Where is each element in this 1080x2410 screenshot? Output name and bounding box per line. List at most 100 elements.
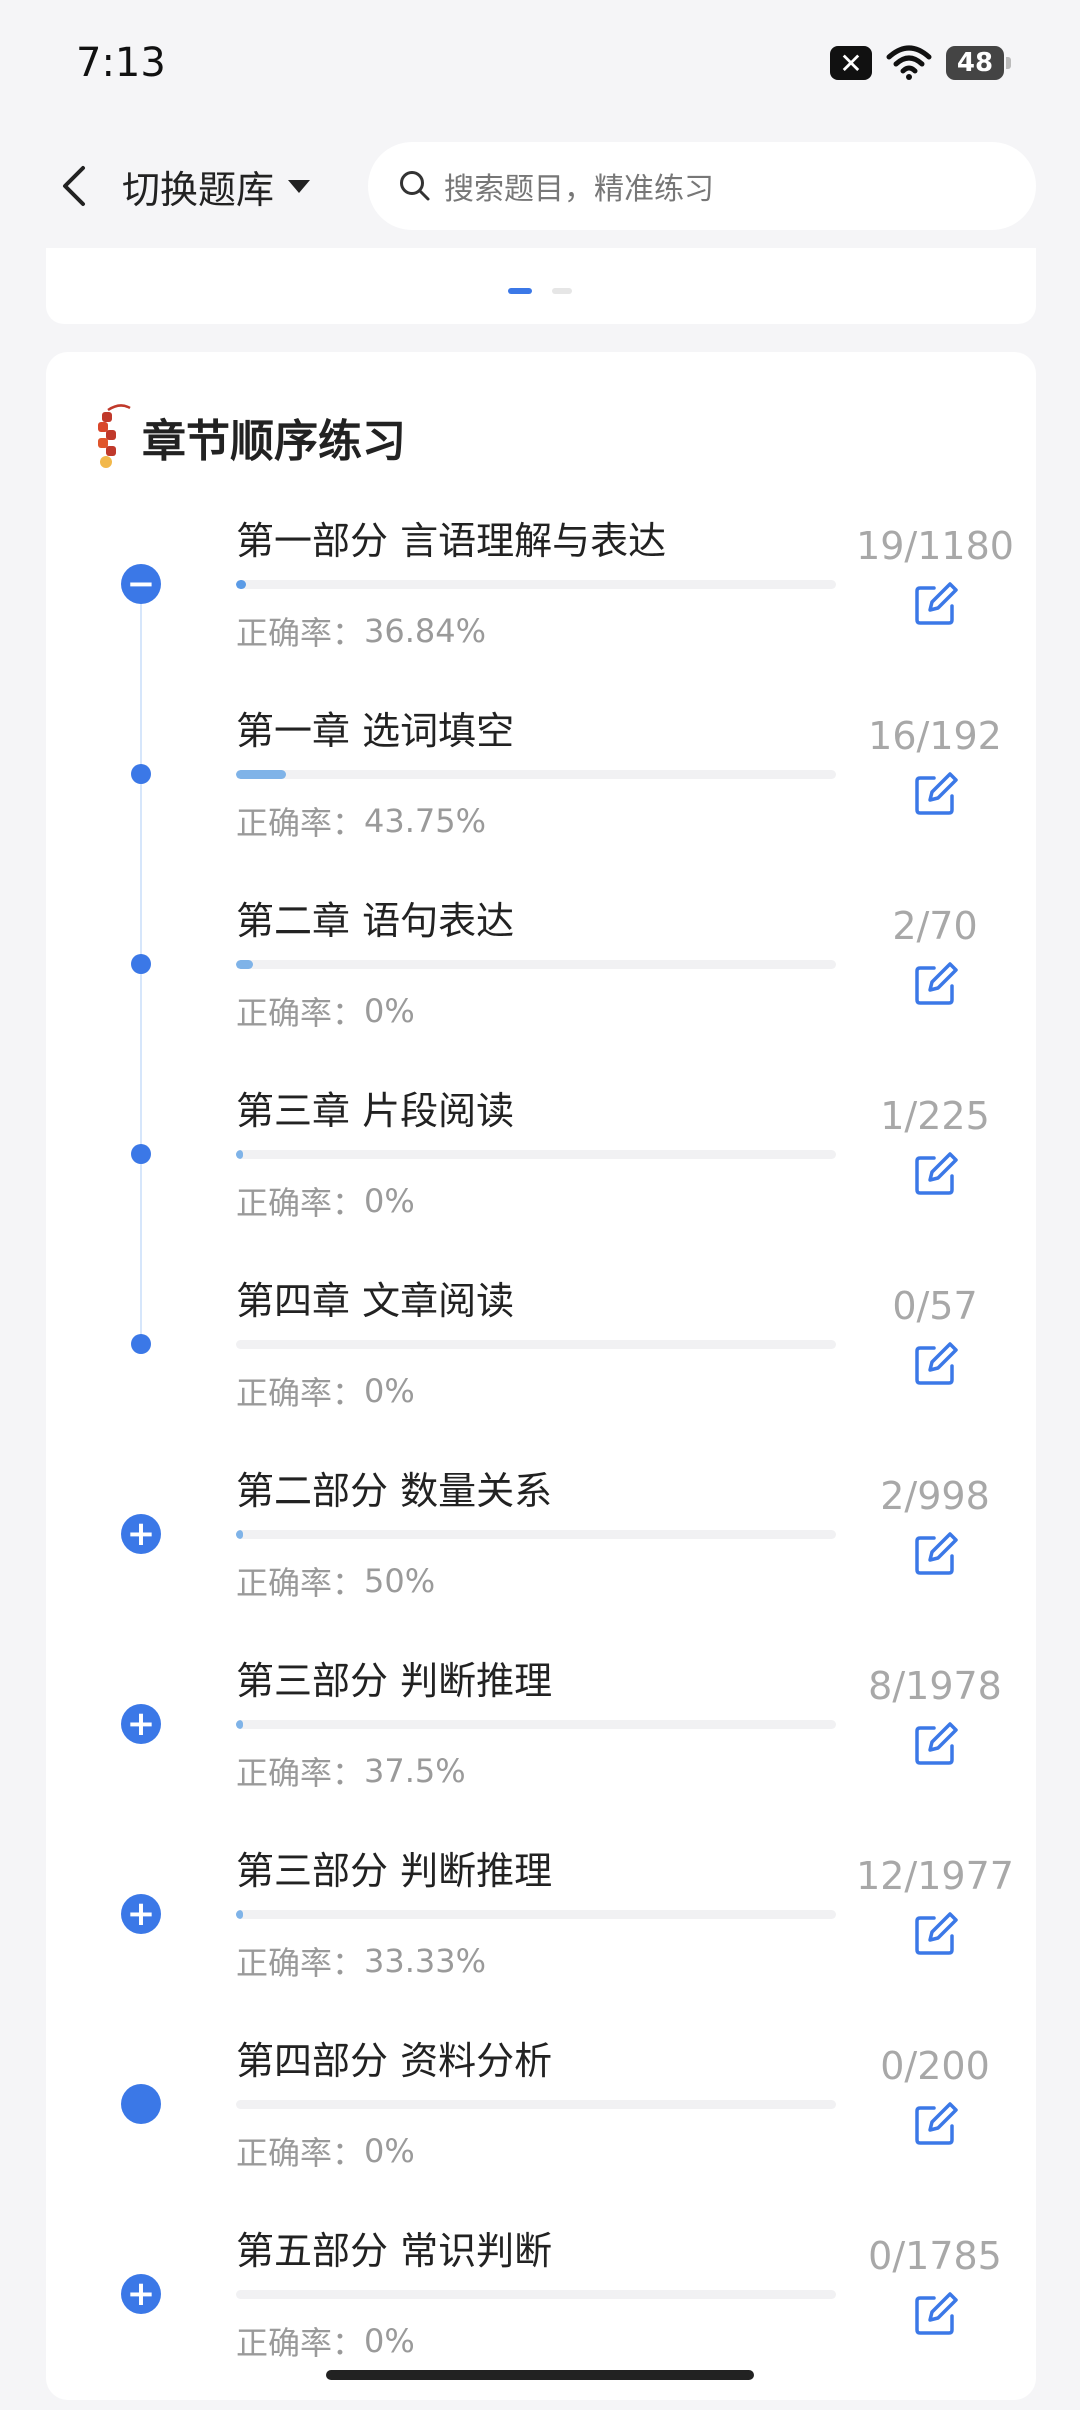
carousel-dot-active[interactable]: [508, 288, 532, 294]
accuracy-label: 正确率：: [236, 994, 365, 1032]
timeline-dot-icon: [131, 1334, 151, 1354]
timeline-dot-icon: [131, 954, 151, 974]
accuracy-value: 0%: [364, 2322, 415, 2360]
question-count: 1/225: [880, 1094, 990, 1138]
status-icons: ✕ 48: [830, 45, 1011, 81]
progress-fill: [236, 1530, 244, 1539]
practice-edit-icon[interactable]: [912, 1150, 960, 1198]
chapter-title: 第四章 文章阅读: [236, 1278, 515, 1323]
timeline-dot-icon: [131, 764, 151, 784]
expand-icon[interactable]: +: [121, 1514, 161, 1554]
question-count: 0/57: [892, 1284, 978, 1328]
chapter-row[interactable]: + 第三部分 判断推理正确率： 37.5% 8/1978: [0, 1650, 1080, 1840]
practice-edit-icon[interactable]: [912, 2100, 960, 2148]
accuracy-value: 50%: [364, 1562, 436, 1600]
search-box[interactable]: 搜索题目，精准练习: [368, 142, 1036, 230]
progress-bar: [236, 1910, 836, 1919]
practice-edit-icon[interactable]: [912, 1530, 960, 1578]
practice-edit-icon[interactable]: [912, 960, 960, 1008]
chapter-title: 第一章 选词填空: [236, 708, 515, 753]
battery-level: 48: [956, 48, 994, 78]
collapse-icon[interactable]: −: [121, 564, 161, 604]
chapter-title: 第三章 片段阅读: [236, 1088, 515, 1133]
no-sim-icon: ✕: [830, 46, 872, 80]
progress-bar: [236, 960, 836, 969]
chapter-title: 第五部分 常识判断: [236, 2228, 553, 2273]
accuracy-value: 36.84%: [364, 612, 487, 650]
question-count: 0/1785: [868, 2234, 1002, 2278]
accuracy-text: 正确率： 0%: [236, 2316, 415, 2366]
question-count: 8/1978: [868, 1664, 1002, 1708]
accuracy-value: 43.75%: [364, 802, 487, 840]
practice-edit-icon[interactable]: [912, 580, 960, 628]
chapter-title: 第三部分 判断推理: [236, 1658, 553, 1703]
node-dot-icon[interactable]: [121, 2084, 161, 2124]
accuracy-text: 正确率： 0%: [236, 2126, 415, 2176]
expand-icon[interactable]: +: [121, 1704, 161, 1744]
status-bar: 7:13 ✕ 48: [0, 0, 1080, 126]
wifi-icon: [886, 45, 932, 80]
chapter-row[interactable]: + 第三部分 判断推理 正确率： 33.33% 12/1977: [0, 1840, 1080, 2030]
accuracy-text: 正确率： 0%: [236, 1176, 415, 1226]
practice-edit-icon[interactable]: [912, 2290, 960, 2338]
practice-edit-icon[interactable]: [912, 1720, 960, 1768]
status-time: 7:13: [76, 40, 166, 86]
accuracy-label: 正确率：: [236, 804, 365, 842]
chapter-row[interactable]: 第二章 语句表达正确率： 0% 2/70: [0, 890, 1080, 1080]
accuracy-text: 正确率： 0%: [236, 1366, 415, 1416]
progress-bar: [236, 2290, 836, 2299]
accuracy-value: 0%: [364, 1372, 415, 1410]
chapter-title: 第二部分 数量关系: [236, 1468, 553, 1513]
progress-bar: [236, 1530, 836, 1539]
home-indicator[interactable]: [326, 2370, 754, 2380]
accuracy-label: 正确率：: [236, 614, 365, 652]
switch-question-bank-label: 切换题库: [122, 167, 275, 212]
section-header: 章节顺序练习: [92, 402, 406, 472]
question-count: 2/70: [892, 904, 978, 948]
progress-fill: [236, 770, 286, 779]
battery-icon: 48: [946, 46, 1011, 80]
practice-edit-icon[interactable]: [912, 1910, 960, 1958]
accuracy-label: 正确率：: [236, 2134, 365, 2172]
progress-bar: [236, 1150, 836, 1159]
expand-icon[interactable]: +: [121, 2274, 161, 2314]
accuracy-value: 0%: [364, 2132, 415, 2170]
accuracy-value: 33.33%: [364, 1942, 487, 1980]
progress-bar: [236, 770, 836, 779]
question-count: 19/1180: [856, 524, 1014, 568]
practice-edit-icon[interactable]: [912, 770, 960, 818]
chapter-row[interactable]: + 第五部分 常识判断正确率： 0% 0/1785: [0, 2220, 1080, 2410]
switch-question-bank-button[interactable]: 切换题库: [122, 156, 312, 216]
progress-bar: [236, 2100, 836, 2109]
chapter-row[interactable]: 第三章 片段阅读正确率： 0% 1/225: [0, 1080, 1080, 1270]
section-title: 章节顺序练习: [142, 416, 406, 467]
expand-icon[interactable]: +: [121, 1894, 161, 1934]
accuracy-text: 正确率： 0%: [236, 986, 415, 1036]
progress-fill: [236, 1720, 244, 1729]
accuracy-text: 正确率： 36.84%: [236, 606, 486, 656]
chapter-row[interactable]: 第一章 选词填空正确率： 43.75% 16/192: [0, 700, 1080, 890]
accuracy-label: 正确率：: [236, 1754, 365, 1792]
accuracy-label: 正确率：: [236, 1564, 365, 1602]
accuracy-value: 37.5%: [364, 1752, 466, 1790]
chapter-row[interactable]: 第四部分 资料分析 正确率： 0% 0/200: [0, 2030, 1080, 2220]
chapter-row[interactable]: 第四章 文章阅读正确率： 0% 0/57: [0, 1270, 1080, 1460]
banner-carousel[interactable]: [46, 248, 1036, 324]
accuracy-text: 正确率： 37.5%: [236, 1746, 466, 1796]
chapter-row[interactable]: − 第一部分 言语理解与表达 正确率： 36.84% 19/1180: [0, 510, 1080, 700]
progress-fill: [236, 960, 254, 969]
chapter-row[interactable]: + 第二部分 数量关系正确率： 50% 2/998: [0, 1460, 1080, 1650]
carousel-dot[interactable]: [552, 288, 572, 294]
progress-bar: [236, 1340, 836, 1349]
search-icon: [400, 171, 430, 201]
question-count: 2/998: [880, 1474, 990, 1518]
accuracy-text: 正确率： 50%: [236, 1556, 435, 1606]
chapter-title: 第二章 语句表达: [236, 898, 515, 943]
question-count: 16/192: [868, 714, 1002, 758]
back-arrow-icon: [63, 166, 85, 206]
progress-bar: [236, 1720, 836, 1729]
back-button[interactable]: [44, 156, 104, 216]
accuracy-text: 正确率： 43.75%: [236, 796, 486, 846]
chapter-title: 第三部分 判断推理: [236, 1848, 553, 1893]
practice-edit-icon[interactable]: [912, 1340, 960, 1388]
